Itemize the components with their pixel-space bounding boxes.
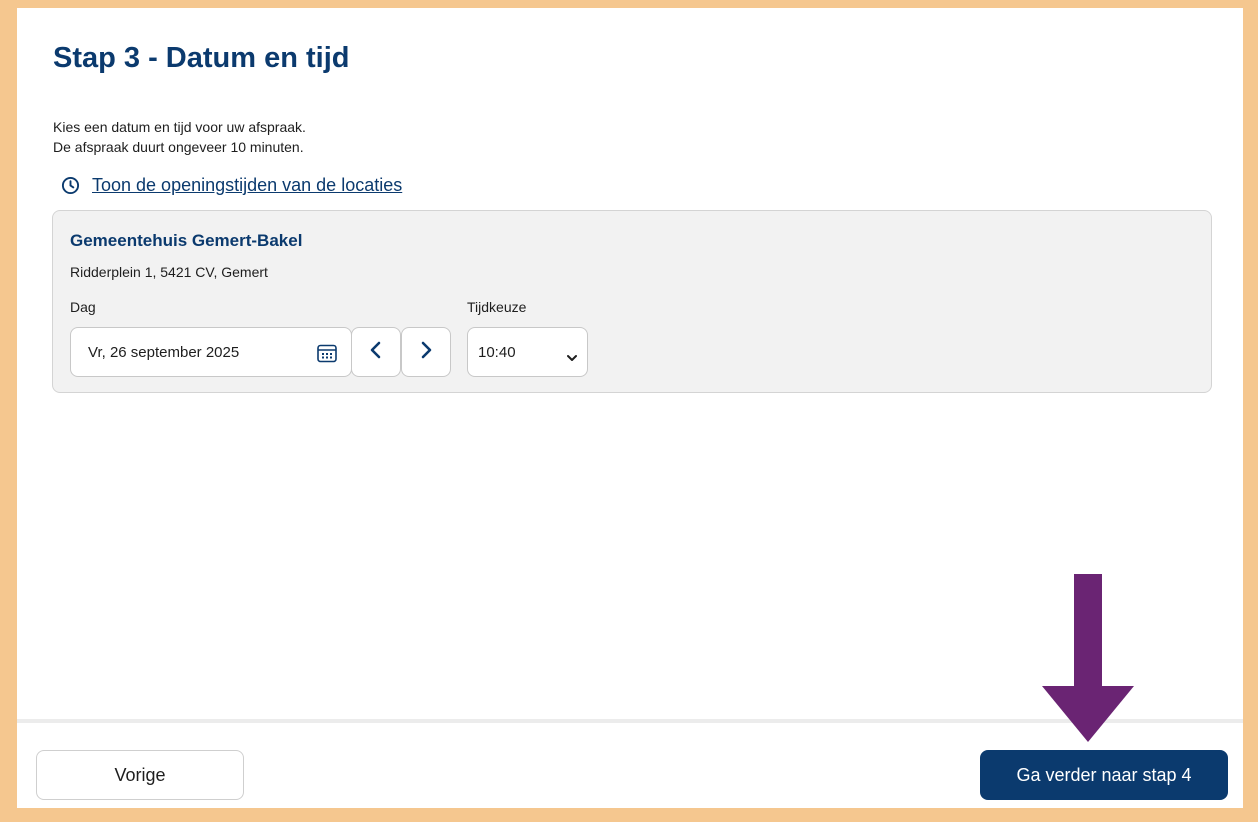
previous-button[interactable]: Vorige: [36, 750, 244, 800]
time-label: Tijdkeuze: [467, 299, 527, 315]
next-day-button[interactable]: [401, 327, 451, 377]
calendar-icon[interactable]: [316, 342, 338, 368]
opening-hours-link-label[interactable]: Toon de openingstijden van de locaties: [92, 175, 402, 196]
date-picker-field[interactable]: Vr, 26 september 2025: [70, 327, 352, 377]
clock-icon: [61, 176, 80, 195]
time-value: 10:40: [478, 343, 516, 361]
location-name: Gemeentehuis Gemert-Bakel: [70, 231, 303, 250]
page-title: Stap 3 - Datum en tijd: [53, 42, 350, 74]
arrow-down-icon: [1042, 574, 1134, 742]
location-card: Gemeentehuis Gemert-Bakel Ridderplein 1,…: [52, 210, 1212, 393]
location-address: Ridderplein 1, 5421 CV, Gemert: [70, 264, 268, 280]
chevron-down-icon: [567, 349, 577, 366]
intro-text: Kies een datum en tijd voor uw afspraak.…: [53, 117, 306, 157]
date-value: Vr, 26 september 2025: [88, 343, 240, 361]
time-select[interactable]: 10:40: [467, 327, 588, 377]
next-step-button[interactable]: Ga verder naar stap 4: [980, 750, 1228, 800]
opening-hours-link[interactable]: Toon de openingstijden van de locaties: [61, 175, 402, 196]
day-label: Dag: [70, 299, 96, 315]
chevron-left-icon: [369, 341, 383, 364]
intro-line-1: Kies een datum en tijd voor uw afspraak.: [53, 119, 306, 135]
chevron-right-icon: [419, 341, 433, 364]
intro-line-2: De afspraak duurt ongeveer 10 minuten.: [53, 139, 304, 155]
previous-day-button[interactable]: [351, 327, 401, 377]
